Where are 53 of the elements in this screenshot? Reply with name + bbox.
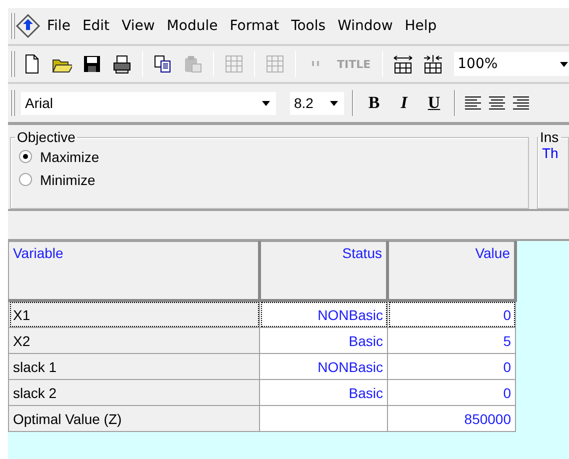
group-title: Objective — [16, 129, 76, 145]
zoom-dropdown[interactable]: 100% — [454, 52, 569, 76]
radio-label: Maximize — [40, 148, 100, 164]
narrow-columns-icon[interactable] — [422, 54, 443, 74]
toolbar-grip — [10, 13, 15, 39]
table-cell: X1 — [8, 300, 260, 328]
menu-item[interactable]: File — [41, 18, 76, 34]
menu-item[interactable]: Edit — [76, 18, 116, 34]
italic-button[interactable]: I — [392, 93, 416, 113]
radio-button[interactable] — [19, 173, 32, 186]
menu-item[interactable]: Tools — [285, 18, 332, 34]
font-dropdown[interactable]: Arial — [21, 92, 276, 114]
dropdown-arrow-icon — [330, 100, 338, 106]
table-cell: 0 — [388, 380, 516, 406]
group-title: Ins — [539, 129, 560, 145]
table-cell: 5 — [388, 328, 516, 354]
table-cell: NONBasic — [260, 354, 388, 380]
table-cell: Optimal Value (Z) — [8, 406, 260, 432]
radio-label: Minimize — [40, 172, 96, 188]
app-logo-icon — [15, 13, 41, 39]
menu-item[interactable]: View — [116, 18, 161, 34]
toolbar-grip — [10, 51, 15, 77]
align-left-icon[interactable] — [464, 94, 482, 112]
table-cell: X2 — [8, 328, 260, 354]
table-cell: slack 1 — [8, 354, 260, 380]
menu-item[interactable]: Module — [160, 18, 224, 34]
column-header[interactable]: Value — [388, 242, 516, 300]
table-cell: 0 — [388, 300, 516, 328]
toolbar-grip — [10, 90, 15, 116]
dropdown-arrow-icon — [560, 62, 568, 66]
column-header[interactable]: Status — [260, 242, 388, 300]
table-cell: Basic — [260, 328, 388, 354]
radio-button[interactable] — [19, 150, 32, 163]
table-cell: 0 — [388, 354, 516, 380]
align-center-icon[interactable] — [488, 94, 506, 112]
bold-button[interactable]: B — [362, 93, 386, 113]
table-cell: NONBasic — [260, 300, 388, 328]
printer-icon[interactable] — [112, 54, 132, 74]
table-cell: Basic — [260, 380, 388, 406]
align-right-icon[interactable] — [512, 94, 530, 112]
column-header[interactable]: Variable — [8, 242, 260, 300]
table-cell: slack 2 — [8, 380, 260, 406]
menu-item[interactable]: Window — [332, 18, 399, 34]
instructions-text: Th — [542, 145, 560, 161]
dropdown-arrow-icon — [262, 100, 270, 106]
underline-button[interactable]: U — [422, 93, 446, 113]
menu-item[interactable]: Format — [224, 18, 286, 34]
table-cell: 850000 — [388, 406, 516, 432]
copy-icon[interactable] — [153, 54, 173, 74]
menu-item[interactable]: Help — [398, 18, 443, 34]
font-size-dropdown[interactable]: 8.2 — [290, 92, 344, 114]
save-icon[interactable] — [82, 54, 102, 74]
widen-columns-icon[interactable] — [392, 54, 413, 74]
